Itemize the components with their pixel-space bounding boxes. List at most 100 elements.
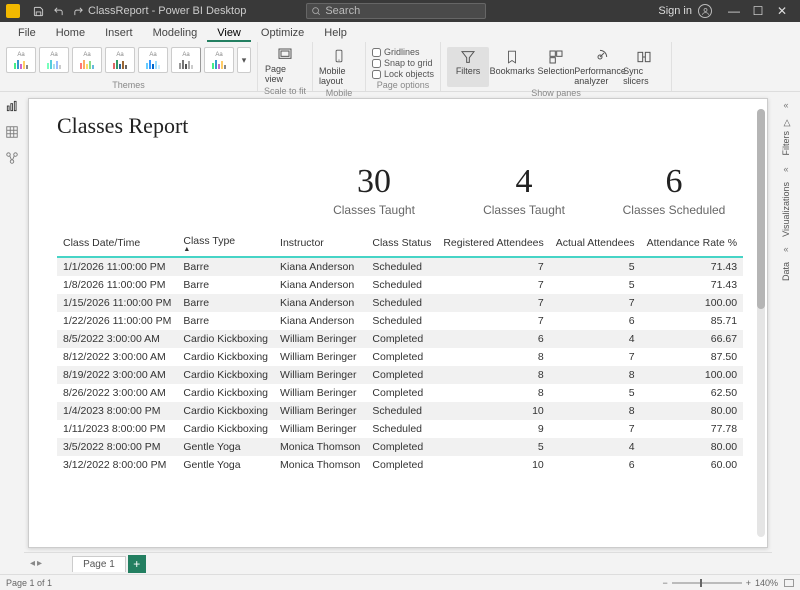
signin-link[interactable]: Sign in — [658, 5, 692, 17]
add-page-button[interactable]: + — [128, 555, 146, 573]
sync-slicers-button[interactable]: Sync slicers — [623, 47, 665, 87]
column-header[interactable]: Class Type▲ — [177, 231, 274, 257]
zoom-in-button[interactable]: + — [746, 578, 751, 588]
snap-check[interactable]: Snap to grid — [372, 58, 434, 68]
table-cell: William Beringer — [274, 348, 366, 366]
fit-page-icon[interactable] — [784, 579, 794, 587]
table-cell: 3/5/2022 8:00:00 PM — [57, 438, 177, 456]
table-cell: 6 — [550, 456, 641, 474]
table-row[interactable]: 1/22/2026 11:00:00 PMBarreKiana Anderson… — [57, 312, 743, 330]
mobile-layout-button[interactable]: Mobile layout — [319, 45, 359, 87]
table-cell: 7 — [550, 348, 641, 366]
table-row[interactable]: 8/19/2022 3:00:00 AMCardio KickboxingWil… — [57, 366, 743, 384]
minimize-button[interactable]: — — [722, 4, 746, 18]
menu-file[interactable]: File — [8, 24, 46, 42]
app-title: ClassReport - Power BI Desktop — [88, 5, 246, 17]
column-header[interactable]: Instructor — [274, 231, 366, 257]
zoom-slider[interactable] — [672, 582, 742, 584]
column-header[interactable]: Class Status — [366, 231, 437, 257]
table-row[interactable]: 1/11/2023 8:00:00 PMCardio KickboxingWil… — [57, 420, 743, 438]
lock-check[interactable]: Lock objects — [372, 69, 434, 79]
selection-button[interactable]: Selection — [535, 47, 577, 87]
table-cell: 6 — [550, 312, 641, 330]
menu-insert[interactable]: Insert — [95, 24, 143, 42]
report-canvas[interactable]: Classes Report 30Classes Taught4Classes … — [28, 98, 768, 548]
menu-help[interactable]: Help — [314, 24, 357, 42]
gridlines-check[interactable]: Gridlines — [372, 47, 434, 57]
menu-modeling[interactable]: Modeling — [143, 24, 208, 42]
filters-pane-button[interactable]: Filters — [447, 47, 489, 87]
page-indicator: Page 1 of 1 — [6, 578, 52, 588]
collapse-chevron-icon[interactable]: « — [783, 164, 788, 174]
menu-view[interactable]: View — [207, 24, 251, 42]
table-row[interactable]: 3/12/2022 8:00:00 PMGentle YogaMonica Th… — [57, 456, 743, 474]
table-row[interactable]: 3/5/2022 8:00:00 PMGentle YogaMonica Tho… — [57, 438, 743, 456]
collapse-chevron-icon[interactable]: « — [783, 100, 788, 110]
vertical-scrollbar[interactable] — [757, 109, 765, 537]
table-row[interactable]: 8/5/2022 3:00:00 AMCardio KickboxingWill… — [57, 330, 743, 348]
perf-analyzer-button[interactable]: Performance analyzer — [579, 47, 621, 87]
visualizations-pane-tab[interactable]: Visualizations — [781, 182, 791, 237]
table-cell: 8/5/2022 3:00:00 AM — [57, 330, 177, 348]
table-cell: Completed — [366, 366, 437, 384]
table-cell: 5 — [550, 257, 641, 276]
table-cell: 100.00 — [641, 366, 743, 384]
page-view-button[interactable]: Page view — [265, 45, 305, 85]
table-cell: 10 — [437, 456, 549, 474]
table-cell: William Beringer — [274, 402, 366, 420]
table-cell: 10 — [437, 402, 549, 420]
column-header[interactable]: Class Date/Time — [57, 231, 177, 257]
menu-optimize[interactable]: Optimize — [251, 24, 314, 42]
table-cell: 9 — [437, 420, 549, 438]
table-row[interactable]: 1/15/2026 11:00:00 PMBarreKiana Anderson… — [57, 294, 743, 312]
model-view-icon[interactable] — [4, 150, 20, 166]
table-cell: 4 — [550, 330, 641, 348]
table-row[interactable]: 1/4/2023 8:00:00 PMCardio KickboxingWill… — [57, 402, 743, 420]
table-cell: 8/26/2022 3:00:00 AM — [57, 384, 177, 402]
table-cell: 8/19/2022 3:00:00 AM — [57, 366, 177, 384]
table-cell: Monica Thomson — [274, 456, 366, 474]
page-tab[interactable]: Page 1 — [72, 556, 126, 572]
table-row[interactable]: 1/1/2026 11:00:00 PMBarreKiana AndersonS… — [57, 257, 743, 276]
data-table[interactable]: Class Date/TimeClass Type▲InstructorClas… — [57, 231, 743, 474]
table-cell: 5 — [437, 438, 549, 456]
user-avatar-icon[interactable] — [698, 4, 712, 18]
tab-nav-right[interactable]: ▸ — [37, 558, 42, 569]
table-cell: Gentle Yoga — [177, 456, 274, 474]
table-cell: Cardio Kickboxing — [177, 420, 274, 438]
kpi-card[interactable]: 30Classes Taught — [319, 163, 429, 217]
bookmarks-button[interactable]: Bookmarks — [491, 47, 533, 87]
table-cell: Completed — [366, 438, 437, 456]
themes-gallery[interactable]: Aa Aa Aa Aa Aa Aa Aa ▾ — [6, 45, 251, 73]
table-cell: William Beringer — [274, 366, 366, 384]
collapse-chevron-icon[interactable]: « — [783, 244, 788, 254]
close-button[interactable]: ✕ — [770, 4, 794, 18]
data-pane-tab[interactable]: Data — [781, 262, 791, 281]
maximize-button[interactable]: ☐ — [746, 4, 770, 18]
undo-icon[interactable] — [51, 4, 65, 18]
table-cell: 1/4/2023 8:00:00 PM — [57, 402, 177, 420]
table-cell: 8 — [437, 348, 549, 366]
table-row[interactable]: 1/8/2026 11:00:00 PMBarreKiana AndersonS… — [57, 276, 743, 294]
kpi-card[interactable]: 4Classes Taught — [469, 163, 579, 217]
filters-pane-tab[interactable]: Filters▽ — [781, 118, 791, 156]
menubar: File Home Insert Modeling View Optimize … — [0, 22, 800, 42]
table-cell: Completed — [366, 384, 437, 402]
search-box[interactable]: Search — [306, 3, 486, 19]
save-icon[interactable] — [31, 4, 45, 18]
menu-home[interactable]: Home — [46, 24, 95, 42]
column-header[interactable]: Registered Attendees — [437, 231, 549, 257]
column-header[interactable]: Actual Attendees — [550, 231, 641, 257]
report-view-icon[interactable] — [4, 98, 20, 114]
table-view-icon[interactable] — [4, 124, 20, 140]
table-row[interactable]: 8/12/2022 3:00:00 AMCardio KickboxingWil… — [57, 348, 743, 366]
zoom-out-button[interactable]: − — [662, 578, 667, 588]
table-row[interactable]: 8/26/2022 3:00:00 AMCardio KickboxingWil… — [57, 384, 743, 402]
table-cell: 1/8/2026 11:00:00 PM — [57, 276, 177, 294]
workspace: Classes Report 30Classes Taught4Classes … — [0, 92, 800, 574]
kpi-value: 4 — [469, 163, 579, 201]
tab-nav-left[interactable]: ◂ — [30, 558, 35, 569]
column-header[interactable]: Attendance Rate % — [641, 231, 743, 257]
redo-icon[interactable] — [71, 4, 85, 18]
kpi-card[interactable]: 6Classes Scheduled — [619, 163, 729, 217]
